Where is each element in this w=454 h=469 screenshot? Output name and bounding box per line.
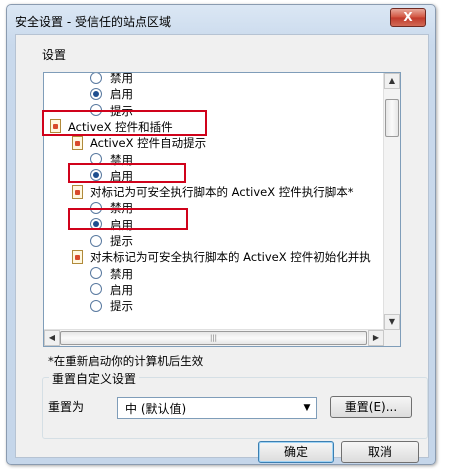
- option-label: 禁用: [110, 266, 133, 281]
- vertical-scrollbar[interactable]: ▲ ▼: [383, 73, 400, 330]
- radio-checked-icon[interactable]: [90, 218, 102, 231]
- radio-option[interactable]: 启用: [90, 168, 133, 184]
- reset-group-legend: 重置自定义设置: [49, 370, 140, 387]
- option-label: 启用: [110, 168, 133, 183]
- scrollbar-corner: [384, 330, 400, 346]
- settings-subcategory: 对标记为可安全执行脚本的 ActiveX 控件执行脚本*: [72, 184, 354, 200]
- radio-option[interactable]: 禁用: [90, 152, 133, 168]
- scroll-thumb[interactable]: [385, 99, 399, 137]
- ok-button[interactable]: 确定: [258, 441, 334, 463]
- radio-checked-icon[interactable]: [90, 87, 102, 100]
- settings-subcategory: ActiveX 控件自动提示: [72, 135, 206, 151]
- radio-option[interactable]: 禁用: [90, 266, 133, 282]
- option-label: 启用: [110, 217, 133, 232]
- radio-unchecked-icon[interactable]: [90, 267, 102, 280]
- radio-option[interactable]: 启用: [90, 86, 133, 102]
- option-label: 提示: [110, 103, 133, 118]
- scroll-left-button[interactable]: ◀: [44, 330, 60, 346]
- radio-option[interactable]: 提示: [90, 298, 133, 314]
- radio-checked-icon[interactable]: [90, 169, 102, 182]
- radio-unchecked-icon[interactable]: [90, 104, 102, 117]
- radio-option[interactable]: 禁用: [90, 200, 133, 216]
- option-label: ActiveX 控件自动提示: [90, 136, 207, 151]
- security-level-select[interactable]: 中 (默认值) ▼: [117, 397, 317, 419]
- scroll-right-button[interactable]: ▶: [368, 330, 384, 346]
- radio-unchecked-icon[interactable]: [90, 234, 102, 247]
- security-level-value: 中 (默认值): [125, 402, 187, 416]
- radio-option[interactable]: 禁用: [90, 72, 133, 86]
- radio-unchecked-icon[interactable]: [90, 299, 102, 312]
- option-label: 禁用: [110, 72, 133, 85]
- option-label: 启用: [110, 87, 133, 102]
- settings-group-label: 设置: [42, 48, 67, 62]
- horizontal-scroll-thumb[interactable]: |||: [60, 331, 367, 345]
- restart-note: *在重新启动你的计算机后生效: [48, 354, 204, 368]
- scroll-up-button[interactable]: ▲: [384, 73, 400, 89]
- option-label: 禁用: [110, 201, 133, 216]
- option-label: 提示: [110, 299, 133, 314]
- option-label: ActiveX 控件和插件: [68, 119, 173, 134]
- dialog-body: 设置 禁用 启用 提示 ActiveX 控件和插件 ActiveX 控件自动提示 禁用 启用…: [15, 34, 429, 463]
- radio-unchecked-icon[interactable]: [90, 73, 102, 84]
- radio-unchecked-icon[interactable]: [90, 201, 102, 214]
- option-label: 对未标记为可安全执行脚本的 ActiveX 控件初始化并执: [90, 250, 371, 265]
- option-label: 禁用: [110, 152, 133, 167]
- close-button[interactable]: X: [390, 8, 426, 27]
- reset-to-label: 重置为: [48, 400, 85, 414]
- option-label: 启用: [110, 282, 133, 297]
- settings-tree[interactable]: 禁用 启用 提示 ActiveX 控件和插件 ActiveX 控件自动提示 禁用 启用 对标记…: [43, 72, 401, 347]
- settings-category: ActiveX 控件和插件: [50, 119, 173, 135]
- option-label: 对标记为可安全执行脚本的 ActiveX 控件执行脚本*: [90, 185, 354, 200]
- radio-unchecked-icon[interactable]: [90, 153, 102, 165]
- settings-page-icon: [72, 249, 83, 264]
- cancel-button[interactable]: 取消: [341, 441, 419, 463]
- option-label: 提示: [110, 234, 133, 248]
- reset-button[interactable]: 重置(E)...: [330, 396, 412, 418]
- scroll-down-button[interactable]: ▼: [384, 314, 400, 330]
- settings-page-icon: [72, 135, 83, 150]
- settings-subcategory: 对未标记为可安全执行脚本的 ActiveX 控件初始化并执: [72, 249, 371, 265]
- settings-page-icon: [72, 184, 83, 199]
- radio-unchecked-icon[interactable]: [90, 283, 102, 296]
- chevron-down-icon: ▼: [303, 403, 311, 413]
- radio-option[interactable]: 启用: [90, 217, 133, 233]
- radio-option[interactable]: 提示: [90, 103, 133, 119]
- security-settings-dialog: 安全设置 - 受信任的站点区域 X 设置 禁用 启用 提示 ActiveX 控件和插件…: [6, 4, 436, 465]
- settings-page-icon: [50, 119, 61, 134]
- dialog-title: 安全设置 - 受信任的站点区域: [15, 15, 171, 29]
- radio-option[interactable]: 提示: [90, 233, 133, 249]
- radio-option[interactable]: 启用: [90, 282, 133, 298]
- horizontal-scrollbar[interactable]: ◀ ||| ▶: [44, 329, 384, 346]
